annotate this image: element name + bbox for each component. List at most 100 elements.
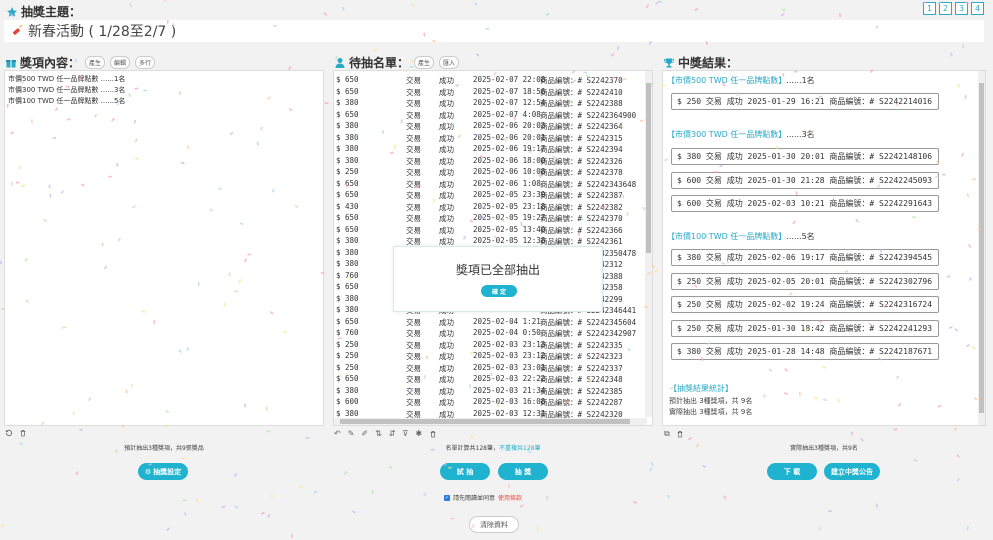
row-datetime: 2025-02-03 23:13 — [473, 339, 546, 349]
row-amount: $ 380 — [336, 385, 359, 395]
refresh-icon[interactable] — [5, 429, 13, 437]
row-status: 成功 — [439, 317, 454, 327]
pen-icon[interactable]: ✎ — [348, 429, 355, 438]
row-type: 交易 — [406, 99, 421, 108]
row-product-id: 商品編號：# S2242287 — [540, 398, 623, 407]
sort-asc-icon[interactable]: ⇅ — [375, 429, 382, 438]
winner-box: $ 380 交易 成功 2025-01-28 14:48 商品編號：# S224… — [671, 343, 939, 360]
candidate-row: $ 380 交易 成功 2025-02-06 20:03 商品編號：# S2242364 — [336, 121, 644, 133]
undo-icon[interactable]: ↶ — [334, 429, 341, 438]
row-datetime: 2025-02-06 20:01 — [473, 132, 546, 142]
confetti-piece — [163, 0, 166, 2]
page-button-1[interactable]: 1 — [923, 2, 936, 15]
row-type: 交易 — [406, 168, 421, 177]
row-datetime: 2025-02-06 20:03 — [473, 121, 546, 130]
confetti-piece — [267, 513, 271, 518]
candidates-vscrollbar[interactable] — [645, 71, 652, 417]
candidate-row: $ 650 交易 成功 2025-02-06 1:08 商品編號：# S22423436… — [336, 179, 644, 191]
prizes-multiline-button[interactable]: 多行 — [135, 56, 156, 69]
prizes-title-text: 獎項內容： — [20, 56, 81, 70]
trophy-icon — [664, 58, 674, 67]
row-product-id: 商品編號：# S2242385 — [540, 386, 623, 396]
row-type: 交易 — [406, 122, 421, 131]
clear-data-button[interactable]: 清除資料 — [469, 516, 519, 533]
filter-icon[interactable]: ⊽ — [403, 429, 409, 438]
download-button[interactable]: 下 載 — [767, 463, 817, 480]
row-type: 交易 — [406, 179, 421, 189]
candidate-row: $ 250 交易 成功 2025-02-03 23:01 商品編號：# S2242337 — [336, 363, 644, 375]
row-amount: $ 380 — [336, 247, 359, 257]
candidates-vscroll-thumb[interactable] — [646, 83, 651, 253]
results-vscrollbar[interactable] — [978, 71, 985, 425]
confetti-piece — [474, 1, 478, 6]
candidate-row: $ 380 交易 成功 2025-02-06 18:00 商品編號：# S2242326 — [336, 156, 644, 168]
page-button-4[interactable]: 4 — [971, 2, 984, 15]
row-amount: $ 650 — [336, 86, 359, 96]
confetti-piece — [650, 462, 654, 467]
candidates-hscroll-thumb[interactable] — [340, 419, 630, 424]
prizes-textarea[interactable]: 市價500 TWD 任一品牌點數 ......1名 市價300 TWD 任一品牌… — [4, 70, 324, 426]
row-type: 交易 — [406, 76, 421, 85]
trash-icon[interactable] — [429, 430, 437, 438]
sort-desc-icon[interactable]: ⇵ — [389, 429, 396, 438]
confetti-piece — [470, 435, 474, 439]
candidates-hscrollbar[interactable] — [334, 418, 647, 425]
dialog-message: 獎項已全部抽出 — [455, 263, 540, 277]
test-draw-button[interactable]: 試 抽 — [440, 463, 490, 480]
row-type: 交易 — [406, 214, 421, 223]
row-product-id: 商品編號：# S2242345604 — [540, 317, 637, 327]
row-amount: $ 650 — [336, 374, 359, 383]
prizes-generate-button[interactable]: 產生 — [85, 56, 106, 69]
candidates-unique-count: 不重複共128筆 — [499, 445, 541, 452]
draw-settings-button[interactable]: ⚙ 抽獎設定 — [138, 463, 188, 480]
page-button-3[interactable]: 3 — [955, 2, 968, 15]
candidates-import-button[interactable]: 匯入 — [439, 56, 460, 69]
trash-icon[interactable] — [19, 429, 27, 437]
person-icon — [335, 57, 345, 68]
row-datetime: 2025-02-06 18:00 — [473, 155, 546, 165]
create-announcement-button[interactable]: 建立中獎公告 — [824, 463, 880, 480]
trash-icon[interactable] — [676, 430, 684, 438]
row-status: 成功 — [439, 363, 454, 373]
results-vscroll-thumb[interactable] — [979, 83, 984, 413]
row-status: 成功 — [439, 168, 454, 177]
confetti-piece — [508, 484, 510, 488]
row-amount: $ 250 — [336, 167, 359, 176]
candidate-row: $ 380 交易 成功 2025-02-06 20:01 商品編號：# S2242315 — [336, 133, 644, 145]
confetti-piece — [616, 46, 620, 51]
results-title-text: 中獎結果： — [678, 56, 739, 70]
draw-button[interactable]: 抽 獎 — [498, 463, 548, 480]
row-datetime: 2025-02-07 12:54 — [473, 98, 546, 107]
row-type: 交易 — [406, 191, 421, 200]
row-product-id: 商品編號：# S2242394 — [540, 145, 623, 154]
dialog-confirm-button[interactable]: 確 定 — [481, 285, 517, 297]
winner-box: $ 600 交易 成功 2025-01-30 21:28 商品編號：# S224… — [671, 172, 939, 189]
row-datetime: 2025-02-07 4:08 — [473, 109, 541, 119]
candidate-row: $ 600 交易 成功 2025-02-03 16:08 商品編號：# S2242287 — [336, 397, 644, 409]
row-amount: $ 650 — [336, 282, 359, 291]
row-amount: $ 380 — [336, 155, 359, 165]
confetti-piece — [0, 260, 2, 265]
confetti-piece — [654, 269, 658, 273]
topic-input[interactable]: 新春活動 ( 1/28至2/7 ) — [4, 20, 984, 42]
asterisk-icon[interactable]: ✱ — [415, 429, 422, 438]
prizes-toolbar — [5, 429, 27, 437]
candidate-row: $ 380 交易 成功 2025-02-06 19:17 商品編號：# S2242394 — [336, 144, 644, 156]
agree-checkbox[interactable]: ✓ — [444, 494, 450, 501]
row-status: 成功 — [439, 133, 454, 143]
confetti-piece — [633, 500, 637, 504]
confetti-piece — [966, 526, 969, 531]
row-status: 成功 — [439, 329, 454, 338]
candidate-row: $ 250 交易 成功 2025-02-03 23:13 商品編號：# S2242335 — [336, 340, 644, 352]
prize-item: 市價100 TWD 任一品牌點數 ......5名 — [8, 97, 126, 105]
terms-link[interactable]: 使用條款 — [498, 493, 522, 502]
prizes-edit-button[interactable]: 編輯 — [110, 56, 131, 69]
confetti-piece — [166, 527, 170, 532]
confetti-piece — [780, 13, 785, 17]
edit-icon[interactable]: ✐ — [361, 429, 368, 438]
result-group-title: 【市價300 TWD 任一品牌點數】 — [667, 130, 787, 139]
row-status: 成功 — [439, 179, 454, 189]
candidates-generate-button[interactable]: 產生 — [414, 56, 435, 69]
page-button-2[interactable]: 2 — [939, 2, 952, 15]
copy-icon[interactable]: ⧉ — [664, 429, 670, 439]
